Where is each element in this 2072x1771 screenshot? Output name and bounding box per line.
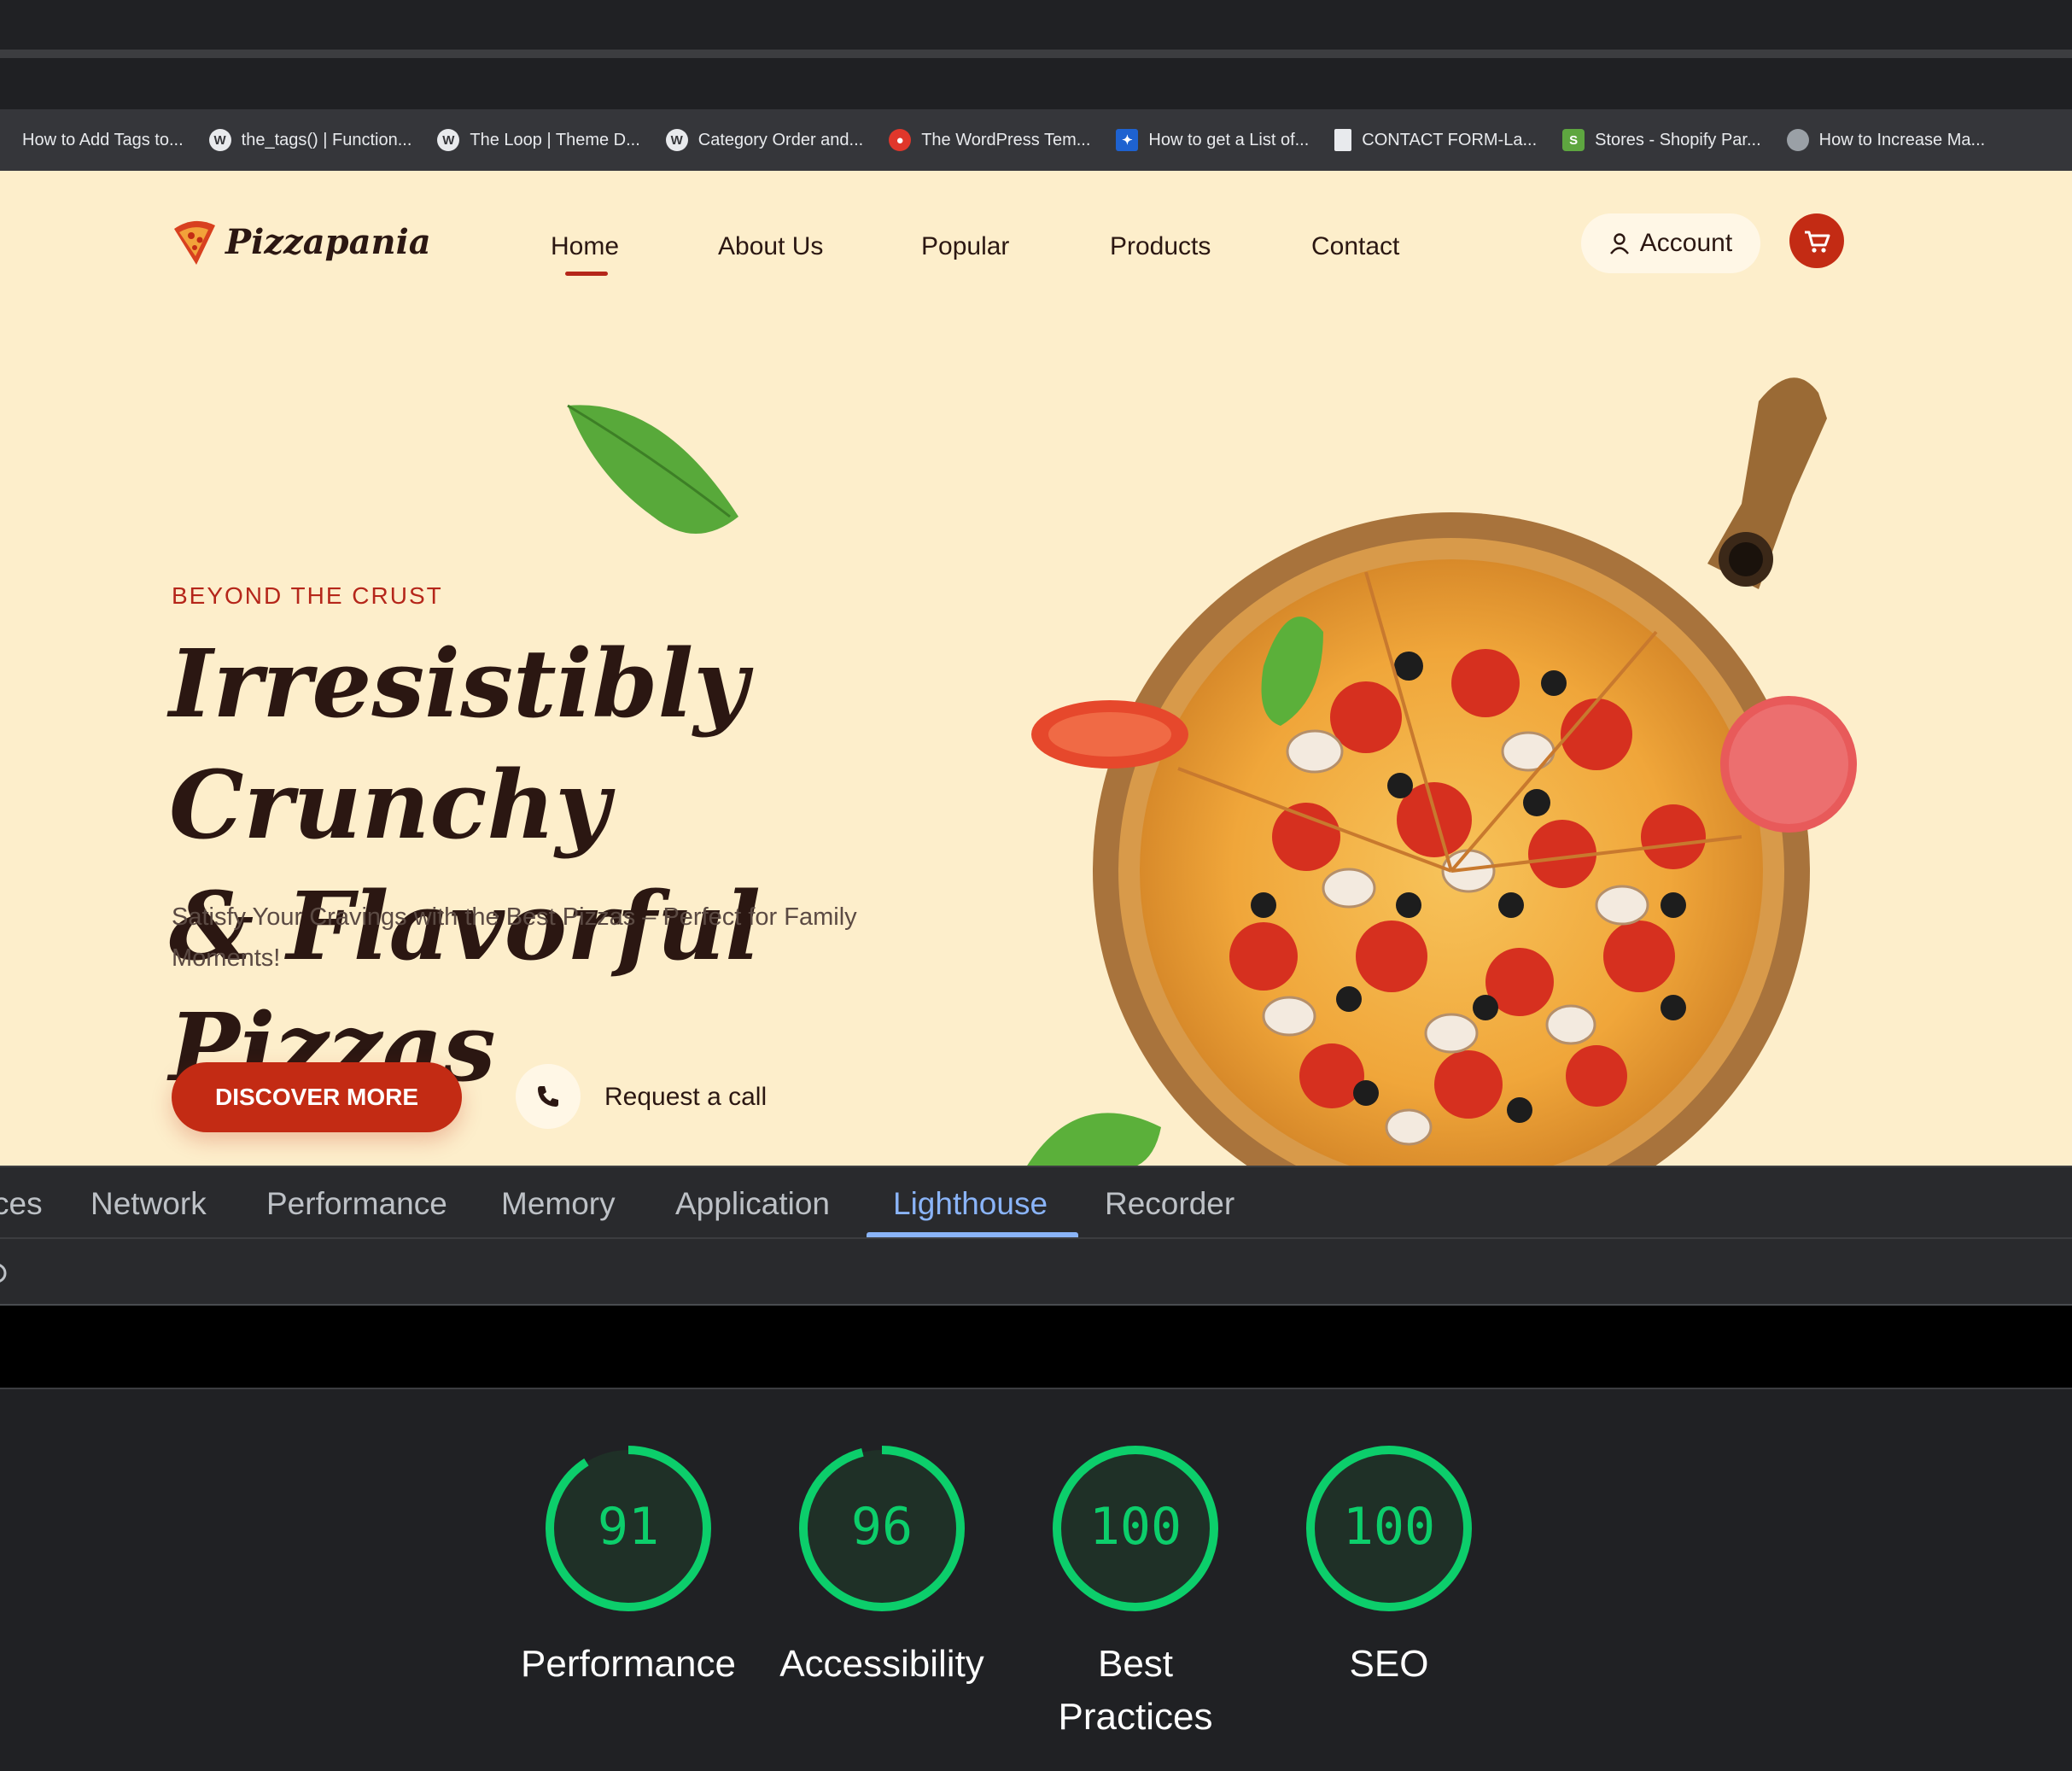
tab-sources[interactable]: ces xyxy=(0,1186,43,1222)
bookmark-item[interactable]: How to Add Tags to... xyxy=(22,131,184,150)
blue-site-icon: ✦ xyxy=(1116,129,1139,151)
bookmark-label: The Loop | Theme D... xyxy=(470,130,640,149)
hero-headline-line1: Irresistibly Crunchy xyxy=(169,628,749,860)
tab-memory[interactable]: Memory xyxy=(501,1186,616,1222)
bookmark-label: The WordPress Tem... xyxy=(921,130,1091,149)
website-hero: Pizzapania Home About Us Popular Product… xyxy=(0,171,2072,1166)
report-header xyxy=(0,1306,2072,1389)
cart-icon xyxy=(1805,231,1830,253)
logo-text: Pizzapania xyxy=(225,221,431,262)
score-value: 96 xyxy=(851,1497,913,1557)
best-practices-label: Best Practices xyxy=(1058,1643,1213,1738)
tab-recorder[interactable]: Recorder xyxy=(1105,1186,1234,1222)
wordpress-icon: W xyxy=(665,129,688,151)
phone-icon xyxy=(538,1086,558,1107)
tab-network[interactable]: Network xyxy=(90,1186,207,1222)
basil-leaf-image xyxy=(567,404,738,534)
wordpress-icon: W xyxy=(437,129,460,151)
account-button[interactable]: Account xyxy=(1581,213,1760,273)
tab-performance[interactable]: Performance xyxy=(266,1186,447,1222)
refresh-icon[interactable] xyxy=(0,1260,9,1287)
request-call-link[interactable]: Request a call xyxy=(604,1083,767,1112)
account-label: Account xyxy=(1639,229,1733,257)
lighthouse-report xyxy=(0,1389,2072,1771)
bookmark-label: Category Order and... xyxy=(697,130,864,149)
browser-tabstrip xyxy=(0,58,2072,109)
hero-headline: Irresistibly Crunchy & Flavorful Pizzas xyxy=(169,623,1006,1108)
bookmark-item[interactable]: Wthe_tags() | Function... xyxy=(208,129,412,151)
bookmark-item[interactable]: CONTACT FORM-La... xyxy=(1334,129,1537,151)
score-value: 100 xyxy=(1089,1497,1182,1557)
accessibility-label: Accessibility xyxy=(779,1643,984,1685)
nav-products[interactable]: Products xyxy=(1110,232,1211,261)
request-call-icon-button[interactable] xyxy=(516,1064,581,1129)
globe-icon xyxy=(1786,129,1809,151)
seo-score-gauge[interactable]: 100 xyxy=(1304,1443,1474,1614)
tab-lighthouse[interactable]: Lighthouse xyxy=(893,1186,1048,1222)
best-practices-score-gauge[interactable]: 100 xyxy=(1050,1443,1221,1614)
lighthouse-toolbar xyxy=(0,1237,2072,1306)
site-logo[interactable]: Pizzapania xyxy=(171,217,431,266)
bookmark-label: CONTACT FORM-La... xyxy=(1362,130,1538,149)
bookmark-item[interactable]: S Stores - Shopify Par... xyxy=(1562,129,1761,151)
score-value: 100 xyxy=(1343,1497,1435,1557)
shopify-icon: S xyxy=(1562,129,1585,151)
bookmark-item[interactable]: W The Loop | Theme D... xyxy=(437,129,640,151)
red-site-icon: ● xyxy=(889,129,912,151)
pizza-hero-image xyxy=(1027,377,1857,1166)
bookmark-item[interactable]: ✦ How to get a List of... xyxy=(1116,129,1309,151)
nav-about-us[interactable]: About Us xyxy=(718,232,823,261)
performance-score-gauge[interactable]: 91 xyxy=(543,1443,714,1614)
bookmark-item[interactable]: W Category Order and... xyxy=(665,129,864,151)
pizza-slice-icon xyxy=(174,220,215,265)
accessibility-score-gauge[interactable]: 96 xyxy=(797,1443,967,1614)
tab-application[interactable]: Application xyxy=(675,1186,830,1222)
bookmark-label: the_tags() | Function... xyxy=(241,130,412,149)
nav-home[interactable]: Home xyxy=(551,232,619,261)
hero-subtitle: Satisfy Your Cravings with the Best Pizz… xyxy=(172,903,857,972)
performance-label: Performance xyxy=(521,1643,736,1685)
nav-contact[interactable]: Contact xyxy=(1311,232,1399,261)
devtools-tab-bar: ces Network Performance Memory Applicati… xyxy=(0,1166,2072,1237)
bookmark-label: How to get a List of... xyxy=(1148,130,1310,149)
bookmark-item[interactable]: ● The WordPress Tem... xyxy=(889,129,1090,151)
browser-titlebar xyxy=(0,0,2072,50)
bookmark-label: How to Add Tags to... xyxy=(22,130,184,149)
browser-divider xyxy=(0,50,2072,58)
wordpress-icon: W xyxy=(208,129,231,151)
discover-more-button[interactable]: DISCOVER MORE xyxy=(172,1062,462,1132)
score-value: 91 xyxy=(598,1497,659,1557)
user-icon xyxy=(1609,233,1629,254)
nav-active-indicator xyxy=(565,272,608,276)
document-icon xyxy=(1334,129,1352,151)
seo-label: SEO xyxy=(1349,1643,1429,1685)
cart-button[interactable] xyxy=(1789,213,1844,268)
nav-popular[interactable]: Popular xyxy=(921,232,1009,261)
bookmark-item[interactable]: How to Increase Ma... xyxy=(1786,129,1986,151)
hero-tagline: BEYOND THE CRUST xyxy=(172,582,443,609)
bookmark-label: How to Increase Ma... xyxy=(1818,130,1986,149)
bookmark-label: Stores - Shopify Par... xyxy=(1595,130,1761,149)
bookmarks-bar: How to Add Tags to... Wthe_tags() | Func… xyxy=(0,109,2072,171)
